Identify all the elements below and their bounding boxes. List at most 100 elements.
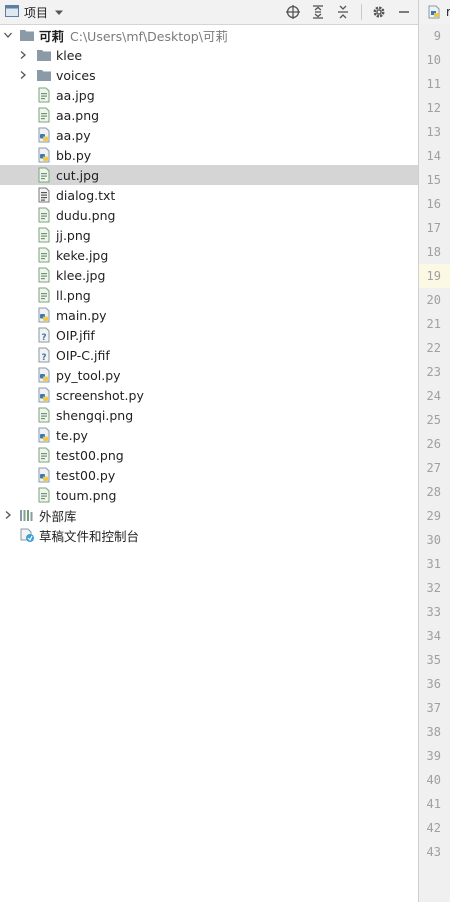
chevron-right-icon[interactable] xyxy=(17,65,29,85)
python-file-icon xyxy=(36,367,52,383)
tree-file-row[interactable]: keke.jpg xyxy=(0,245,418,265)
line-number: 43 xyxy=(426,845,441,859)
image-file-icon xyxy=(36,107,52,123)
line-number: 36 xyxy=(426,677,441,691)
tree-item-label: ll.png xyxy=(56,287,91,303)
python-file-icon xyxy=(36,427,52,443)
tree-file-row[interactable]: shengqi.png xyxy=(0,405,418,425)
line-number: 37 xyxy=(426,701,441,715)
tree-item-label: bb.py xyxy=(56,147,92,163)
line-number: 35 xyxy=(426,653,441,667)
python-file-icon xyxy=(36,387,52,403)
tree-item-label: test00.png xyxy=(56,447,124,463)
project-window-icon xyxy=(5,4,19,20)
external-libraries-label: 外部库 xyxy=(39,508,77,524)
tree-item-label: screenshot.py xyxy=(56,387,144,403)
minimize-icon xyxy=(399,11,409,13)
toolbar-separator xyxy=(361,4,362,20)
tree-folder-row[interactable]: voices xyxy=(0,65,418,85)
tree-item-label: keke.jpg xyxy=(56,247,109,263)
tree-file-row[interactable]: ? OIP-C.jfif xyxy=(0,345,418,365)
text-file-icon xyxy=(36,187,52,203)
tree-file-row[interactable]: cut.jpg xyxy=(0,165,418,185)
tree-file-row[interactable]: te.py xyxy=(0,425,418,445)
line-number: 24 xyxy=(426,389,441,403)
python-file-icon xyxy=(36,147,52,163)
line-number: 20 xyxy=(426,293,441,307)
tree-item-label: te.py xyxy=(56,427,88,443)
chevron-down-icon[interactable] xyxy=(2,25,14,45)
tree-item-label: py_tool.py xyxy=(56,367,121,383)
tree-file-row[interactable]: aa.py xyxy=(0,125,418,145)
tree-file-row[interactable]: main.py xyxy=(0,305,418,325)
tree-file-row[interactable]: klee.jpg xyxy=(0,265,418,285)
tree-item-label: test00.py xyxy=(56,467,116,483)
line-number: 32 xyxy=(426,581,441,595)
tree-folder-row[interactable]: klee xyxy=(0,45,418,65)
tree-file-row[interactable]: jj.png xyxy=(0,225,418,245)
folder-icon xyxy=(36,47,52,63)
tree-file-row[interactable]: dialog.txt xyxy=(0,185,418,205)
tree-item-label: toum.png xyxy=(56,487,117,503)
image-file-icon xyxy=(36,87,52,103)
python-file-icon xyxy=(36,467,52,483)
line-number: 22 xyxy=(426,341,441,355)
tree-file-row[interactable]: dudu.png xyxy=(0,205,418,225)
editor-tab[interactable]: m xyxy=(419,0,450,25)
line-number: 25 xyxy=(426,413,441,427)
line-number: 28 xyxy=(426,485,441,499)
tree-file-row[interactable]: aa.jpg xyxy=(0,85,418,105)
line-number: 30 xyxy=(426,533,441,547)
line-number: 19 xyxy=(426,269,441,283)
scratches-row[interactable]: 草稿文件和控制台 xyxy=(0,525,418,545)
image-file-icon xyxy=(36,407,52,423)
project-view-selector[interactable]: 项目 xyxy=(5,4,64,21)
tree-file-row[interactable]: test00.py xyxy=(0,465,418,485)
tree-file-row[interactable]: test00.png xyxy=(0,445,418,465)
unknown-file-icon: ? xyxy=(36,347,52,363)
image-file-icon xyxy=(36,287,52,303)
folder-icon xyxy=(36,67,52,83)
line-number: 15 xyxy=(426,173,441,187)
locate-file-button[interactable] xyxy=(285,4,301,20)
image-file-icon xyxy=(36,227,52,243)
chevron-down-icon xyxy=(54,5,64,20)
tree-item-label: aa.py xyxy=(56,127,91,143)
tree-file-row[interactable]: screenshot.py xyxy=(0,385,418,405)
tree-root-row[interactable]: 可莉 C:\Users\mf\Desktop\可莉 xyxy=(0,25,418,45)
line-number: 17 xyxy=(426,221,441,235)
chevron-right-icon[interactable] xyxy=(17,45,29,65)
line-number: 41 xyxy=(426,797,441,811)
expand-all-icon xyxy=(313,5,323,19)
project-tree[interactable]: 可莉 C:\Users\mf\Desktop\可莉 klee voices aa.j… xyxy=(0,25,418,902)
external-libraries-row[interactable]: 外部库 xyxy=(0,505,418,525)
tree-item-label: jj.png xyxy=(56,227,91,243)
line-number: 27 xyxy=(426,461,441,475)
image-file-icon xyxy=(36,247,52,263)
tree-item-label: dialog.txt xyxy=(56,187,116,203)
tree-file-row[interactable]: ? OIP.jfif xyxy=(0,325,418,345)
line-number: 10 xyxy=(426,53,441,67)
tree-item-label: OIP-C.jfif xyxy=(56,347,110,363)
tree-file-row[interactable]: bb.py xyxy=(0,145,418,165)
line-number: 9 xyxy=(433,29,441,43)
line-number: 40 xyxy=(426,773,441,787)
tree-file-row[interactable]: py_tool.py xyxy=(0,365,418,385)
line-number: 13 xyxy=(426,125,441,139)
tree-file-row[interactable]: toum.png xyxy=(0,485,418,505)
tree-item-label: cut.jpg xyxy=(56,167,100,183)
tree-file-row[interactable]: aa.png xyxy=(0,105,418,125)
chevron-right-icon[interactable] xyxy=(2,505,14,525)
collapse-all-button[interactable] xyxy=(335,4,351,20)
settings-button[interactable] xyxy=(371,4,387,20)
tree-item-label: aa.png xyxy=(56,107,100,123)
python-file-icon xyxy=(36,307,52,323)
tree-file-row[interactable]: ll.png xyxy=(0,285,418,305)
hide-panel-button[interactable] xyxy=(396,4,412,20)
line-number: 33 xyxy=(426,605,441,619)
project-view-title: 项目 xyxy=(24,5,49,20)
expand-all-button[interactable] xyxy=(310,4,326,20)
folder-icon xyxy=(19,27,35,43)
tree-item-label: aa.jpg xyxy=(56,87,95,103)
image-file-icon xyxy=(36,487,52,503)
